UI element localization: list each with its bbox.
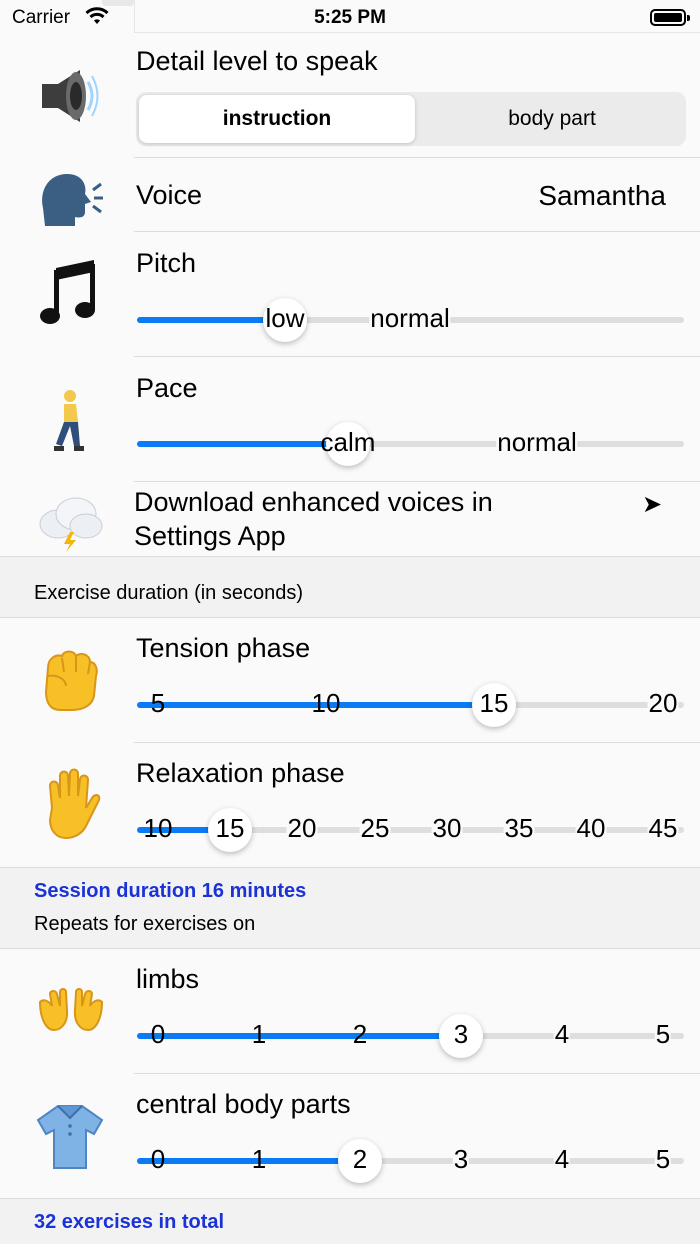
detail-level-segmented-control[interactable]: instruction body part <box>136 92 686 146</box>
speaker-icon <box>42 70 99 122</box>
limbs-slider-fill <box>137 1033 461 1039</box>
relaxation-tick: 10 <box>143 813 173 843</box>
battery-icon <box>650 9 690 26</box>
session-duration-text: Session duration 16 minutes <box>34 880 307 902</box>
divider <box>134 231 700 232</box>
download-voices-line2[interactable]: Settings App <box>134 521 286 552</box>
central-tick: 4 <box>553 1144 571 1174</box>
segment-body-part[interactable]: body part <box>418 92 686 146</box>
limbs-tick: 2 <box>352 1019 368 1049</box>
shirt-icon <box>36 1105 104 1169</box>
tension-phase-label: Tension phase <box>136 633 311 663</box>
voice-label: Voice <box>136 180 203 210</box>
open-hands-icon <box>38 988 104 1032</box>
tension-tick: 15 <box>479 688 509 718</box>
relaxation-tick: 40 <box>575 813 607 843</box>
speaking-head-icon <box>42 174 103 226</box>
central-slider-fill <box>137 1158 360 1164</box>
status-bar: Carrier 5:25 PM <box>0 0 700 34</box>
walking-person-icon <box>54 390 84 451</box>
pitch-slider[interactable]: low normal <box>137 298 684 342</box>
tension-tick: 10 <box>311 688 341 718</box>
limbs-tick: 3 <box>453 1019 469 1049</box>
divider <box>0 867 700 868</box>
divider <box>134 742 700 743</box>
raised-hand-icon <box>48 768 101 840</box>
repeats-section-title: Repeats for exercises on <box>34 913 256 935</box>
central-tick: 3 <box>452 1144 470 1174</box>
relaxation-tick: 35 <box>503 813 535 843</box>
pitch-tick-low: low <box>265 303 305 333</box>
pace-label: Pace <box>136 373 198 403</box>
pitch-label: Pitch <box>136 248 197 278</box>
tension-tick: 20 <box>647 688 679 718</box>
limbs-repeats-slider[interactable]: 0 1 2 3 4 5 <box>137 1014 684 1058</box>
raised-fist-icon <box>44 650 98 711</box>
pace-tick-calm: calm <box>320 427 376 457</box>
central-tick: 1 <box>251 1144 267 1174</box>
pitch-tick-normal: normal <box>369 303 451 333</box>
divider <box>134 356 700 357</box>
divider <box>0 556 700 557</box>
duration-section-title: Exercise duration (in seconds) <box>34 582 304 604</box>
relaxation-tick: 15 <box>215 813 245 843</box>
limbs-tick: 1 <box>251 1019 267 1049</box>
relaxation-tick: 25 <box>359 813 391 843</box>
limbs-tick: 5 <box>654 1019 672 1049</box>
pace-tick-normal: normal <box>496 427 578 457</box>
voice-value[interactable]: Samantha <box>538 180 666 212</box>
relaxation-phase-slider[interactable]: 10 15 20 25 30 35 40 45 <box>137 808 684 852</box>
segment-instruction[interactable]: instruction <box>136 92 418 146</box>
central-repeats-slider[interactable]: 0 1 2 3 4 5 <box>137 1139 684 1183</box>
limbs-tick: 4 <box>553 1019 571 1049</box>
relaxation-tick: 20 <box>286 813 318 843</box>
divider <box>134 1073 700 1074</box>
pace-slider-fill <box>137 441 348 447</box>
divider <box>134 481 700 482</box>
central-tick: 2 <box>352 1144 368 1174</box>
central-tick: 0 <box>150 1144 166 1174</box>
navigation-arrow-icon[interactable]: ➤ <box>642 490 662 519</box>
divider <box>0 1198 700 1199</box>
central-body-parts-label: central body parts <box>136 1089 351 1119</box>
limbs-label: limbs <box>136 964 200 994</box>
total-exercises-text: 32 exercises in total <box>34 1211 225 1233</box>
relaxation-tick: 30 <box>431 813 463 843</box>
detail-level-label: Detail level to speak <box>136 46 378 76</box>
divider <box>0 617 700 618</box>
thunder-cloud-icon <box>39 497 103 552</box>
pace-slider[interactable]: calm normal <box>137 422 684 466</box>
central-tick: 5 <box>654 1144 672 1174</box>
limbs-tick: 0 <box>150 1019 166 1049</box>
music-note-icon <box>40 260 95 324</box>
clock: 5:25 PM <box>314 7 386 28</box>
relaxation-tick: 45 <box>647 813 679 843</box>
relaxation-phase-label: Relaxation phase <box>136 758 345 788</box>
tension-tick: 5 <box>150 688 166 718</box>
divider <box>134 157 700 158</box>
download-voices-line1[interactable]: Download enhanced voices in <box>134 487 493 518</box>
divider <box>0 948 700 949</box>
tension-phase-slider[interactable]: 5 10 15 20 <box>137 683 684 727</box>
